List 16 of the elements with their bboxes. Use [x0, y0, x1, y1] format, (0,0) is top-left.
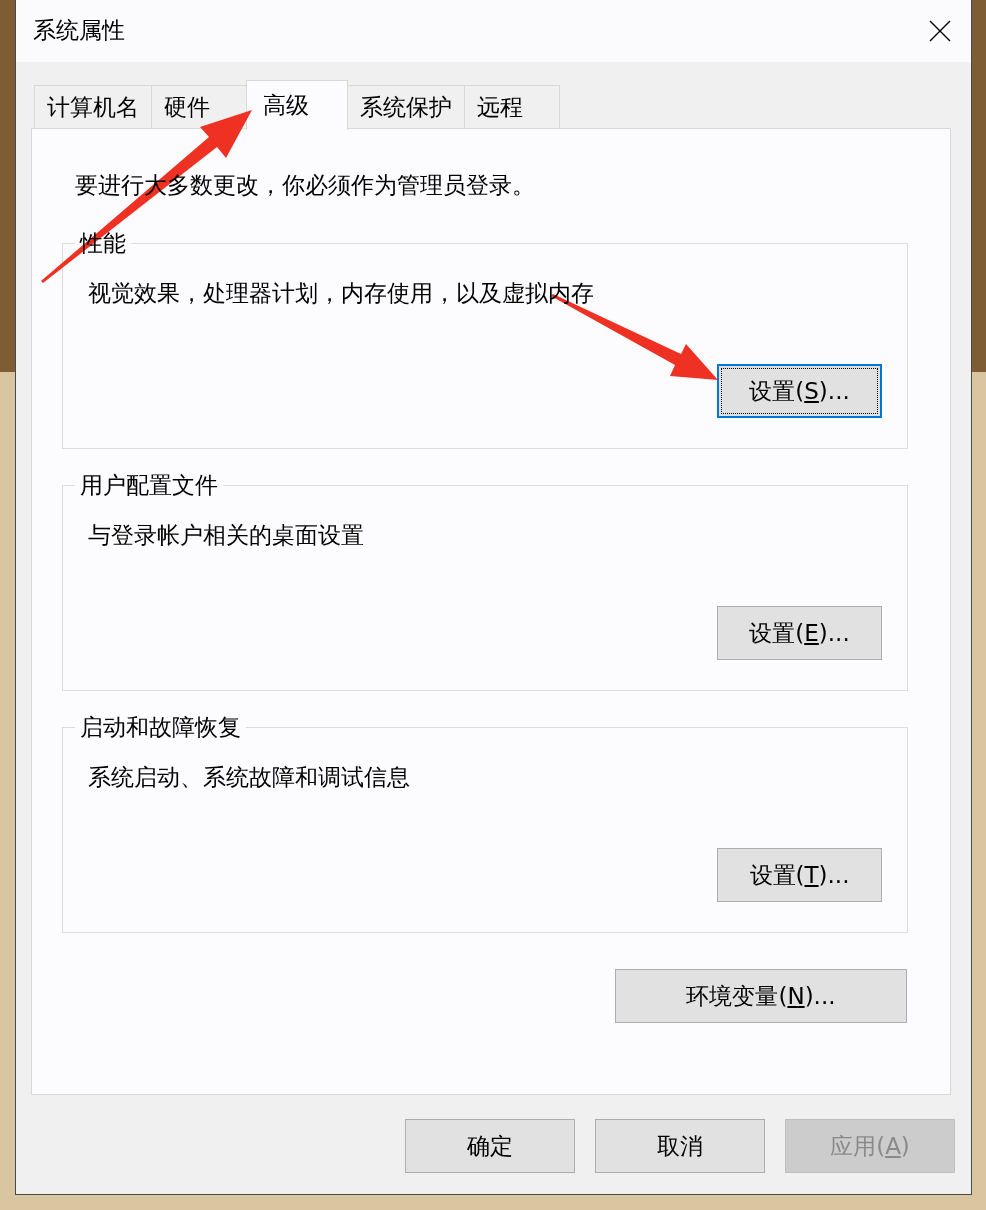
group-title: 启动和故障恢复 [79, 713, 242, 741]
tab[interactable]: 高级 [246, 80, 348, 130]
window-title: 系统属性 [33, 17, 125, 45]
close-icon [929, 20, 951, 42]
group-description: 视觉效果，处理器计划，内存使用，以及虚拟内存 [88, 279, 595, 307]
environment-variables-button[interactable]: 环境变量(N)... [615, 969, 907, 1023]
settings-button[interactable]: 设置(S)... [717, 364, 882, 418]
group-description: 与登录帐户相关的桌面设置 [88, 521, 365, 549]
group-title: 用户配置文件 [79, 471, 219, 499]
tab[interactable]: 计算机名 [34, 85, 152, 128]
dialog-button[interactable]: 取消 [595, 1119, 765, 1173]
settings-button[interactable]: 设置(T)... [717, 848, 882, 902]
tab[interactable]: 远程 [464, 85, 560, 128]
dialog-button[interactable]: 确定 [405, 1119, 575, 1173]
settings-button[interactable]: 设置(E)... [717, 606, 882, 660]
group-description: 系统启动、系统故障和调试信息 [88, 763, 411, 791]
